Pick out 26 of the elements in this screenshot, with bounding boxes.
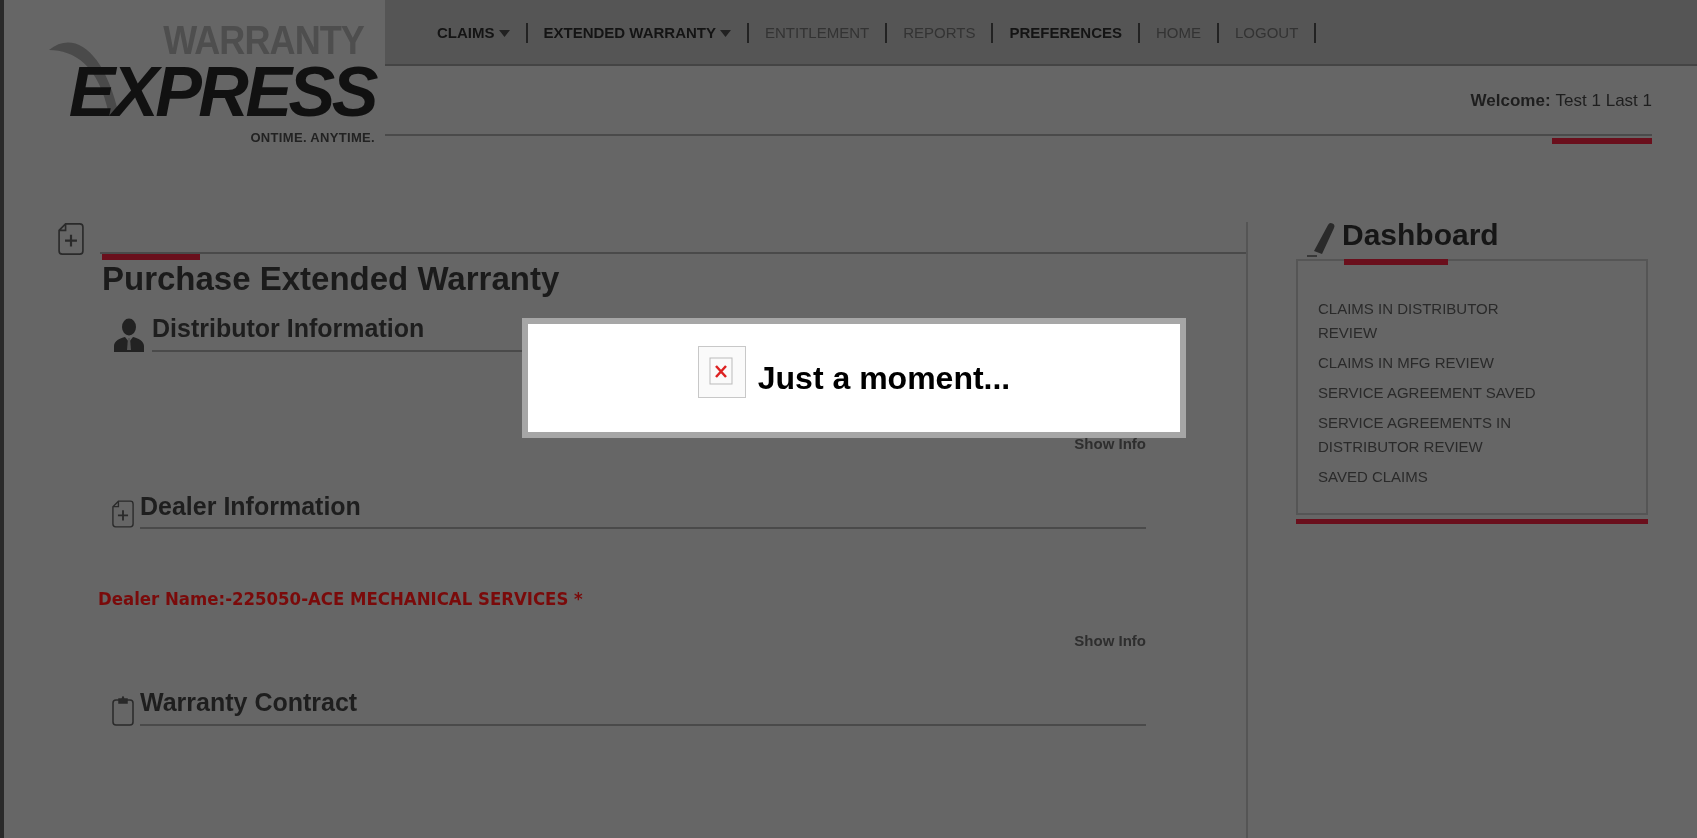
person-icon	[112, 317, 146, 352]
caret-down-icon	[498, 29, 510, 37]
caret-down-icon	[720, 29, 731, 37]
section-title: Dealer Information	[140, 487, 1146, 529]
nav-link[interactable]: CLAIMS	[421, 22, 526, 45]
dashboard-link[interactable]: CLAIMS IN MFG REVIEW	[1318, 351, 1548, 375]
dashboard-link[interactable]: SERVICE AGREEMENTS IN DISTRIBUTOR REVIEW	[1318, 411, 1548, 459]
logo-wordmark: EXPRESS	[68, 60, 375, 124]
welcome-label: Welcome:	[1470, 90, 1551, 112]
dealer-name-text: Dealer Name:-225050-ACE MECHANICAL SERVICES *	[98, 587, 584, 611]
clipboard-icon	[112, 695, 134, 726]
nav-link[interactable]: EXTENDED WARRANTY	[527, 22, 747, 45]
document-add-icon	[58, 222, 84, 256]
user-name: Test 1 Last 1	[1555, 90, 1652, 112]
dashboard-title: Dashboard	[1342, 217, 1499, 253]
dashboard-link[interactable]: SERVICE AGREEMENT SAVED	[1318, 381, 1548, 405]
dashboard-link[interactable]: CLAIMS IN DISTRIBUTOR REVIEW	[1318, 297, 1548, 345]
document-add-icon	[112, 499, 134, 529]
logo-tagline: ONTIME. ANYTIME.	[250, 129, 375, 147]
section-title: Warranty Contract	[140, 684, 1146, 726]
loading-message: Just a moment...	[757, 359, 1011, 398]
page-title: Purchase Extended Warranty	[102, 260, 561, 298]
show-info-link[interactable]: Show Info	[1074, 629, 1146, 652]
dashboard-link[interactable]: SAVED CLAIMS	[1318, 465, 1548, 489]
nav-link[interactable]: PREFERENCES	[993, 22, 1138, 45]
broken-image-icon	[697, 346, 746, 398]
